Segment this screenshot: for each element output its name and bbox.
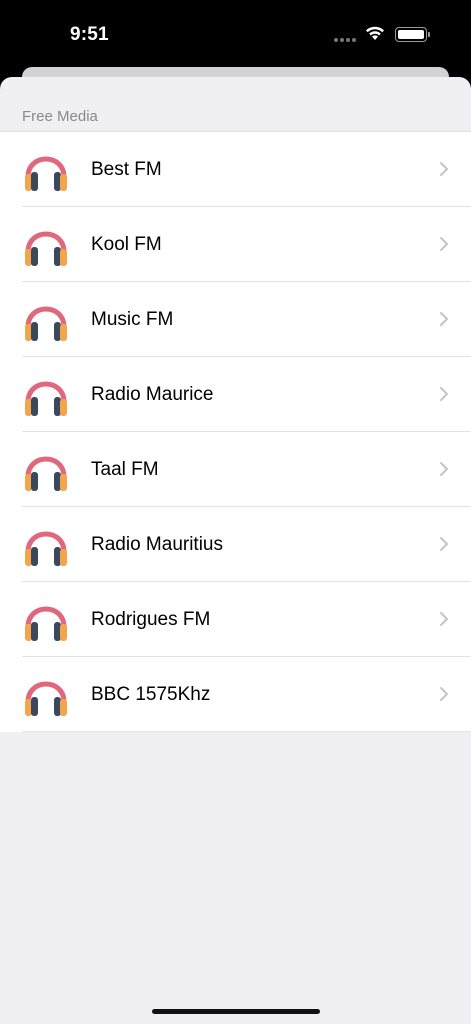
station-name: Radio Maurice <box>91 384 214 405</box>
headphones-icon <box>25 306 67 341</box>
station-row-4[interactable]: Radio Maurice <box>0 357 471 432</box>
chevron-right-icon <box>440 237 448 251</box>
headphones-icon <box>25 231 67 266</box>
section-header: Free Media <box>22 108 98 125</box>
station-row-7[interactable]: Rodrigues FM <box>0 582 471 657</box>
headphones-icon <box>25 531 67 566</box>
status-bar: 9:51 <box>0 0 471 70</box>
station-name: Music FM <box>91 309 174 330</box>
headphones-icon <box>25 456 67 491</box>
station-row-3[interactable]: Music FM <box>0 282 471 357</box>
chevron-right-icon <box>440 162 448 176</box>
chevron-right-icon <box>440 387 448 401</box>
station-row-5[interactable]: Taal FM <box>0 432 471 507</box>
chevron-right-icon <box>440 612 448 626</box>
chevron-right-icon <box>440 537 448 551</box>
station-name: Best FM <box>91 159 162 180</box>
modal-sheet: Free Media Best FM Kool FM Music FM Radi… <box>0 77 471 1024</box>
row-separator <box>22 731 471 732</box>
cellular-signal-icon <box>334 38 356 42</box>
headphones-icon <box>25 681 67 716</box>
station-name: BBC 1575Khz <box>91 684 211 705</box>
headphones-icon <box>25 606 67 641</box>
station-name: Radio Mauritius <box>91 534 223 555</box>
station-name: Kool FM <box>91 234 162 255</box>
headphones-icon <box>25 156 67 191</box>
station-name: Rodrigues FM <box>91 609 211 630</box>
station-row-2[interactable]: Kool FM <box>0 207 471 282</box>
home-indicator[interactable] <box>152 1009 320 1014</box>
chevron-right-icon <box>440 462 448 476</box>
battery-icon <box>395 27 430 42</box>
station-row-6[interactable]: Radio Mauritius <box>0 507 471 582</box>
chevron-right-icon <box>440 687 448 701</box>
wifi-icon <box>366 26 384 40</box>
station-name: Taal FM <box>91 459 159 480</box>
status-time: 9:51 <box>70 24 109 45</box>
headphones-icon <box>25 381 67 416</box>
station-list: Best FM Kool FM Music FM Radio Maurice T… <box>0 131 471 732</box>
station-row-8[interactable]: BBC 1575Khz <box>0 657 471 732</box>
chevron-right-icon <box>440 312 448 326</box>
station-row-1[interactable]: Best FM <box>0 132 471 207</box>
